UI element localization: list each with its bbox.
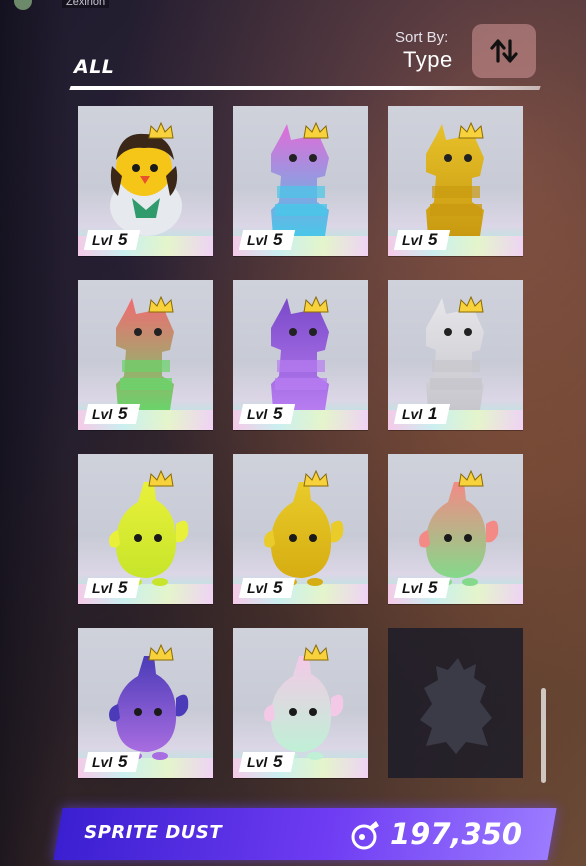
- currency-amount: 197,350: [389, 817, 522, 851]
- currency-bar: SPRITE DUST 197,350: [53, 808, 557, 860]
- crown-icon: [148, 470, 174, 487]
- level-value: 5: [428, 578, 438, 597]
- sprite-card[interactable]: Lvl 5: [233, 106, 368, 256]
- level-value: 5: [118, 404, 128, 423]
- level-badge: Lvl 1: [393, 404, 450, 424]
- sort-arrows-icon: [490, 39, 518, 63]
- sprite-card[interactable]: Lvl 5: [233, 628, 368, 778]
- crown-icon: [458, 122, 484, 139]
- level-badge: Lvl 5: [83, 578, 140, 598]
- sprite-card[interactable]: Lvl 5: [78, 106, 213, 256]
- user-avatar[interactable]: [14, 0, 32, 10]
- crown-icon: [458, 470, 484, 487]
- sprite-card[interactable]: Lvl 5: [78, 280, 213, 430]
- level-badge: Lvl 5: [238, 752, 295, 772]
- crown-icon: [148, 644, 174, 661]
- background-shade: [0, 0, 70, 866]
- level-prefix: Lvl: [92, 232, 113, 248]
- sprite-card[interactable]: Lvl 5: [233, 280, 368, 430]
- empty-sprite-slot[interactable]: [388, 628, 523, 778]
- level-prefix: Lvl: [247, 232, 268, 248]
- crown-icon: [148, 122, 174, 139]
- sort-value[interactable]: Type: [403, 47, 453, 73]
- level-badge: Lvl 5: [393, 230, 450, 250]
- level-prefix: Lvl: [92, 754, 113, 770]
- crown-icon: [303, 644, 329, 661]
- level-value: 5: [118, 230, 128, 249]
- crown-icon: [303, 470, 329, 487]
- level-value: 1: [428, 404, 438, 423]
- sort-by-label: Sort By:: [395, 29, 449, 46]
- level-prefix: Lvl: [247, 580, 268, 596]
- level-badge: Lvl 5: [83, 752, 140, 772]
- filter-underline: [69, 86, 541, 90]
- level-badge: Lvl 5: [83, 230, 140, 250]
- sprite-card[interactable]: Lvl 5: [388, 106, 523, 256]
- level-prefix: Lvl: [402, 232, 423, 248]
- sort-toggle-button[interactable]: [472, 24, 536, 78]
- level-prefix: Lvl: [247, 406, 268, 422]
- top-bar: Zexirion: [0, 0, 586, 12]
- crown-icon: [303, 122, 329, 139]
- level-badge: Lvl 5: [393, 578, 450, 598]
- level-badge: Lvl 5: [238, 230, 295, 250]
- crown-icon: [148, 296, 174, 313]
- level-value: 5: [428, 230, 438, 249]
- filter-all-tab[interactable]: ALL: [74, 56, 114, 78]
- level-prefix: Lvl: [92, 406, 113, 422]
- sprite-card[interactable]: Lvl 5: [78, 628, 213, 778]
- level-badge: Lvl 5: [238, 404, 295, 424]
- level-value: 5: [273, 230, 283, 249]
- level-badge: Lvl 5: [238, 578, 295, 598]
- crown-icon: [303, 296, 329, 313]
- level-prefix: Lvl: [92, 580, 113, 596]
- level-value: 5: [118, 752, 128, 771]
- sprite-silhouette-icon: [420, 658, 492, 754]
- crown-icon: [458, 296, 484, 313]
- sprite-dust-icon: [351, 821, 379, 850]
- username: Zexirion: [62, 0, 110, 8]
- level-prefix: Lvl: [247, 754, 268, 770]
- level-value: 5: [273, 404, 283, 423]
- level-prefix: Lvl: [402, 580, 423, 596]
- level-prefix: Lvl: [402, 406, 423, 422]
- currency-label: SPRITE DUST: [84, 822, 223, 843]
- level-badge: Lvl 5: [83, 404, 140, 424]
- sprite-card[interactable]: Lvl 5: [78, 454, 213, 604]
- level-value: 5: [118, 578, 128, 597]
- level-value: 5: [273, 578, 283, 597]
- level-value: 5: [273, 752, 283, 771]
- sprite-card[interactable]: Lvl 5: [388, 454, 523, 604]
- sprite-card[interactable]: Lvl 5: [233, 454, 368, 604]
- sprite-card[interactable]: Lvl 1: [388, 280, 523, 430]
- scrollbar[interactable]: [541, 688, 546, 783]
